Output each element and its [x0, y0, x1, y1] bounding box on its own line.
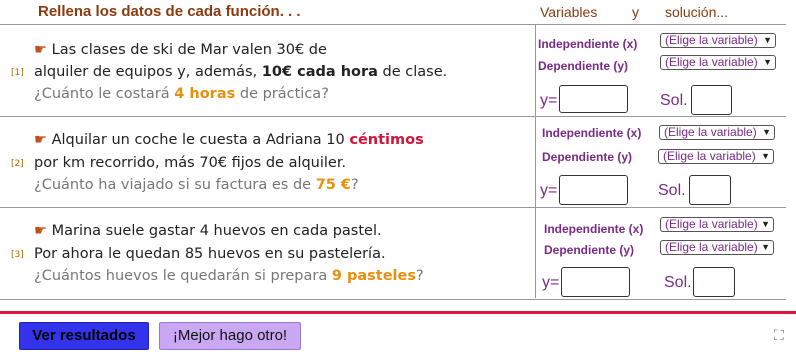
problem-3-question-text: ¿Cuántos huevos le quedarán si prepara	[34, 268, 332, 284]
y-input-1[interactable]	[559, 85, 628, 113]
fullscreen-icon[interactable]: ⛶	[774, 328, 784, 344]
problem-2-question-text: ¿Cuánto ha viajado si su factura es de	[34, 177, 316, 193]
problem-2-text: Alquilar un coche le cuesta a Adriana 10	[51, 132, 350, 148]
solution-input-1[interactable]	[691, 85, 732, 115]
problem-2-question-text: ?	[351, 177, 359, 193]
hand-pointer-icon: ☛	[34, 132, 47, 148]
select-dependent-3[interactable]: (Elige la variable) ▼	[660, 240, 774, 255]
hand-pointer-icon: ☛	[34, 223, 47, 239]
y-input-2[interactable]	[559, 175, 628, 205]
label-independent: Independiente (x)	[542, 126, 642, 140]
select-dependent-2[interactable]: (Elige la variable) ▼	[658, 149, 774, 164]
column-divider	[535, 24, 536, 116]
problem-1-number: [1]	[11, 68, 24, 78]
select-value: (Elige la variable)	[665, 240, 758, 254]
dropdown-arrow-icon: ▼	[761, 242, 770, 252]
new-exercise-button[interactable]: ¡Mejor hago otro!	[159, 322, 301, 350]
label-dependent: Dependiente (y)	[542, 150, 633, 164]
label-independent: Independiente (x)	[544, 222, 644, 236]
problem-1-question-highlight: 4 horas	[174, 86, 236, 102]
page-title: Rellena los datos de cada función. . .	[38, 3, 301, 20]
problem-1-highlight: 10€ cada hora	[261, 64, 378, 80]
problem-1-text: alquiler de equipos y, además,	[34, 64, 262, 80]
y-label: y=	[542, 274, 560, 291]
solution-input-3[interactable]	[693, 267, 735, 297]
select-value: (Elige la variable)	[665, 217, 758, 231]
problem-1-text: de clase.	[377, 64, 448, 80]
dropdown-arrow-icon: ▼	[761, 151, 770, 161]
problem-1-line-2: alquiler de equipos y, además, 10€ cada …	[34, 64, 447, 80]
label-independent: Independiente (x)	[538, 37, 638, 51]
problem-1-line-1: ☛ Las clases de ski de Mar valen 30€ de	[34, 42, 327, 58]
problem-3-line-1: ☛ Marina suele gastar 4 huevos en cada p…	[34, 223, 382, 239]
column-variables: Variables	[540, 4, 598, 20]
label-dependent: Dependiente (y)	[538, 59, 629, 73]
problem-1-question: ¿Cuánto le costará 4 horas de práctica?	[34, 86, 329, 102]
problem-3-text: Marina suele gastar 4 huevos en cada pas…	[51, 223, 382, 239]
select-independent-1[interactable]: (Elige la variable) ▼	[660, 33, 776, 48]
problem-3-number: [3]	[11, 250, 24, 260]
results-button[interactable]: Ver resultados	[19, 322, 149, 350]
header: Rellena los datos de cada función. . . V…	[0, 0, 796, 24]
hand-pointer-icon: ☛	[34, 42, 47, 58]
problem-3-line-2: Por ahora le quedan 85 huevos en su past…	[34, 246, 386, 262]
select-dependent-1[interactable]: (Elige la variable) ▼	[660, 55, 776, 70]
select-independent-3[interactable]: (Elige la variable) ▼	[660, 217, 774, 232]
problem-2-highlight: céntimos	[349, 132, 424, 148]
problem-3-text: Por ahora le quedan 85 huevos en su past…	[34, 246, 386, 262]
sol-label: Sol.	[660, 92, 688, 109]
column-y: y	[632, 4, 639, 20]
problem-2-line-1: ☛ Alquilar un coche le cuesta a Adriana …	[34, 132, 424, 148]
problem-1-question-text: de práctica?	[235, 86, 329, 102]
dropdown-arrow-icon: ▼	[761, 219, 770, 229]
select-value: (Elige la variable)	[664, 125, 757, 139]
problem-1-question-text: ¿Cuánto le costará	[34, 86, 175, 102]
select-value: (Elige la variable)	[665, 33, 758, 47]
y-label: y=	[540, 92, 558, 109]
solution-input-2[interactable]	[689, 175, 731, 205]
select-value: (Elige la variable)	[663, 149, 756, 163]
sol-label: Sol.	[664, 274, 692, 291]
dropdown-arrow-icon: ▼	[762, 127, 771, 137]
problem-3-question-highlight: 9 pasteles	[331, 268, 416, 284]
dropdown-arrow-icon: ▼	[763, 57, 772, 67]
label-dependent: Dependiente (y)	[544, 243, 635, 257]
problem-2-line-2: por km recorrido, más 70€ fijos de alqui…	[34, 155, 346, 171]
problem-2-question: ¿Cuánto ha viajado si su factura es de 7…	[34, 177, 359, 193]
column-divider	[535, 116, 536, 207]
column-divider	[535, 207, 536, 298]
problem-3-question: ¿Cuántos huevos le quedarán si prepara 9…	[34, 268, 424, 284]
y-label: y=	[540, 182, 558, 199]
problem-2-text: por km recorrido, más 70€ fijos de alqui…	[34, 155, 347, 171]
problem-1-text: Las clases de ski de Mar valen 30€ de	[51, 42, 327, 58]
problem-2-question-highlight: 75 €	[315, 177, 352, 193]
select-independent-2[interactable]: (Elige la variable) ▼	[659, 125, 775, 140]
problem-2-number: [2]	[11, 159, 24, 169]
y-input-3[interactable]	[561, 267, 630, 297]
divider-line	[0, 311, 796, 314]
problem-3-question-text: ?	[415, 268, 424, 284]
sol-label: Sol.	[658, 182, 686, 199]
select-value: (Elige la variable)	[665, 55, 758, 69]
dropdown-arrow-icon: ▼	[763, 35, 772, 45]
column-solution: solución...	[665, 4, 729, 20]
